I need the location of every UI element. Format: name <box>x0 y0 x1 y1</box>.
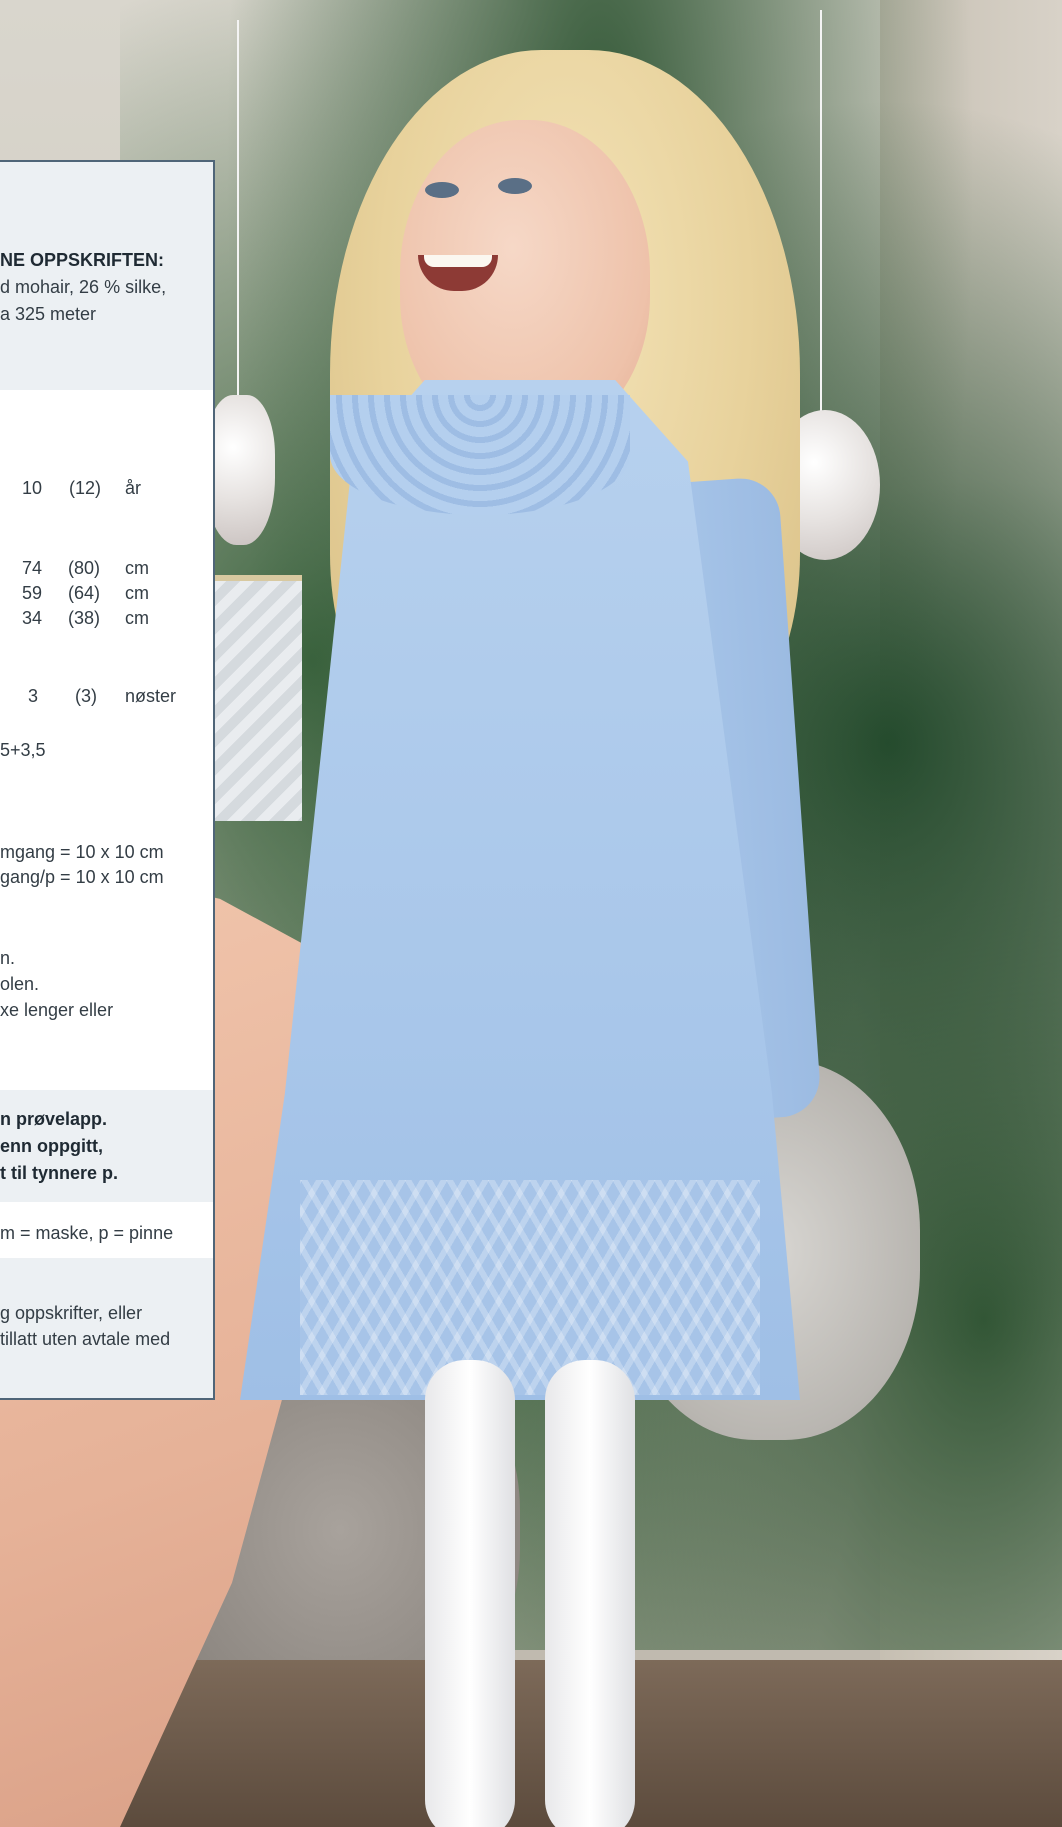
measure-unit: cm <box>125 558 149 578</box>
eye-left <box>425 182 459 198</box>
warning-line: enn oppgitt, <box>0 1136 103 1156</box>
measure-value: 34 <box>21 608 42 628</box>
ornament-string <box>820 10 822 420</box>
yarn-unit: nøster <box>125 686 177 706</box>
gift-box <box>212 575 302 821</box>
measure-value: 59 <box>21 583 42 603</box>
gauge-line: gang/p = 10 x 10 cm <box>0 867 164 887</box>
note-line: olen. <box>0 974 40 994</box>
measure-value: 74 <box>21 558 42 578</box>
yarn-value-alt: (3) <box>75 686 97 706</box>
materials-line: d mohair, 26 % silke, <box>0 277 167 297</box>
materials-line: a 325 meter <box>0 304 97 324</box>
measure-unit: cm <box>125 608 149 628</box>
tights-left <box>425 1360 515 1827</box>
size-value: 10 <box>21 478 42 498</box>
dress-collar <box>330 395 630 515</box>
size-value-alt: (12) <box>69 478 102 498</box>
yarn-value: 3 <box>27 686 38 706</box>
measure-value-alt: (38) <box>68 608 101 628</box>
copyright-line: g oppskrifter, eller <box>0 1303 143 1323</box>
warning-line: t til tynnere p. <box>0 1163 119 1183</box>
pattern-info-card: NE OPPSKRIFTEN: d mohair, 26 % silke, a … <box>0 160 215 1400</box>
abbreviations: m = maske, p = pinne <box>0 1223 174 1243</box>
tights-right <box>545 1360 635 1827</box>
note-line: n. <box>0 948 16 968</box>
warning-line: n prøvelapp. <box>0 1109 108 1129</box>
eye-right <box>498 178 532 194</box>
ornament-left <box>205 395 275 545</box>
measure-unit: cm <box>125 583 149 603</box>
materials-heading: NE OPPSKRIFTEN: <box>0 250 165 270</box>
needle-sizes: 5+3,5 <box>0 740 46 760</box>
ornament-string <box>237 20 239 420</box>
dress-lace-border <box>300 1180 760 1395</box>
measure-value-alt: (64) <box>68 583 101 603</box>
note-line: xe lenger eller <box>0 1000 114 1020</box>
size-unit: år <box>125 478 142 498</box>
copyright-line: tillatt uten avtale med <box>0 1329 171 1349</box>
gauge-line: mgang = 10 x 10 cm <box>0 842 164 862</box>
measure-value-alt: (80) <box>68 558 101 578</box>
